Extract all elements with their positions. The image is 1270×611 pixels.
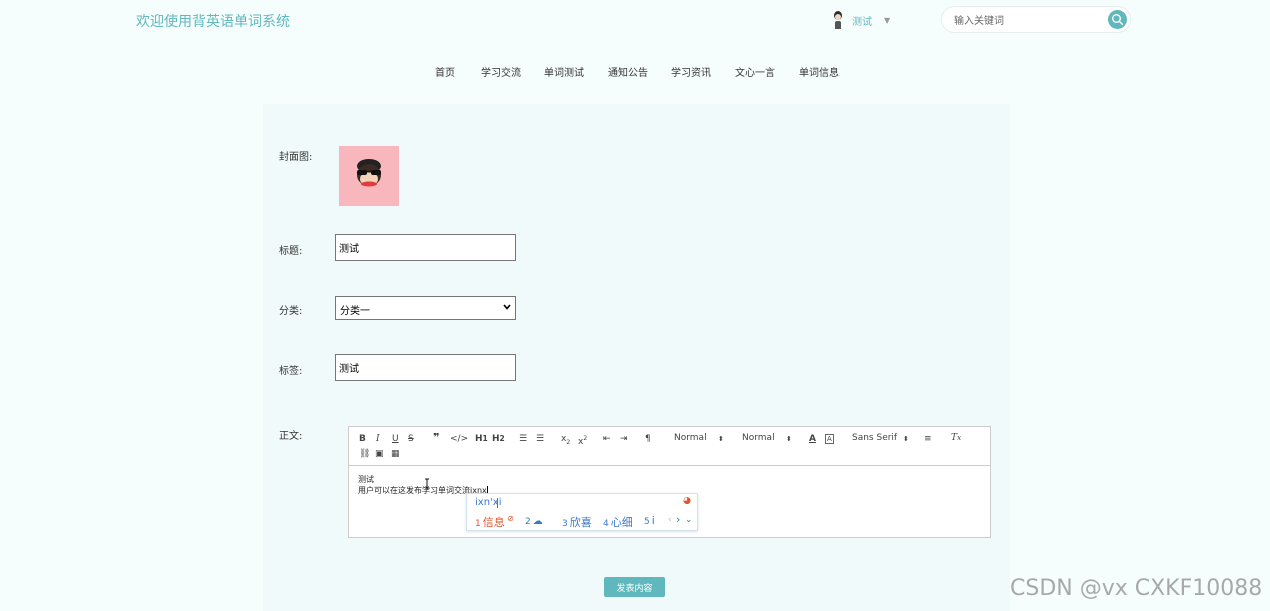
italic-icon[interactable]: I xyxy=(376,434,380,444)
video-icon[interactable]: ▦ xyxy=(391,449,400,459)
text-cursor-icon xyxy=(425,478,429,490)
size-select-arrow-icon: ⬍ xyxy=(786,435,792,443)
nav-item-notices[interactable]: 通知公告 xyxy=(608,64,648,79)
header1-icon[interactable]: H1 xyxy=(475,434,488,444)
cover-label: 封面图: xyxy=(279,152,313,163)
outdent-icon[interactable]: ⇤ xyxy=(603,434,611,444)
user-avatar xyxy=(830,10,846,30)
ime-candidate-5[interactable]: 5i xyxy=(644,514,655,527)
search-button[interactable] xyxy=(1108,10,1127,29)
link-icon[interactable]: ⛓ xyxy=(359,449,370,459)
text-color-icon[interactable]: A xyxy=(809,434,816,444)
image-icon[interactable]: ▣ xyxy=(375,449,384,459)
body-label: 正文: xyxy=(279,431,303,442)
user-menu[interactable]: 测试 ▼ xyxy=(830,10,890,30)
main-nav: 首页 学习交流 单词测试 通知公告 学习资讯 文心一言 单词信息 xyxy=(0,64,1270,80)
code-block-icon[interactable]: </> xyxy=(450,434,468,444)
category-label: 分类: xyxy=(279,306,303,317)
user-name: 测试 xyxy=(852,16,872,28)
tags-label: 标签: xyxy=(279,366,303,377)
search-box xyxy=(941,6,1131,33)
ime-caret xyxy=(497,498,498,508)
nav-item-home[interactable]: 首页 xyxy=(435,64,455,79)
subscript-icon[interactable]: x2 xyxy=(561,434,570,448)
size-select[interactable]: Normal xyxy=(742,433,775,443)
ime-prev-page-icon[interactable]: ‹ xyxy=(668,515,672,525)
ime-expand-icon[interactable]: ⌄ xyxy=(685,515,693,525)
header-select[interactable]: Normal xyxy=(674,433,707,443)
tags-input[interactable] xyxy=(335,354,516,381)
header2-icon[interactable]: H2 xyxy=(492,434,505,444)
nav-item-study-news[interactable]: 学习资讯 xyxy=(671,64,711,79)
editor-toolbar: B I U S ❞ </> H1 H2 ☰ ☰ x2 x2 ⇤ ⇥ ¶ Norm… xyxy=(349,427,990,466)
nav-item-wenxin[interactable]: 文心一言 xyxy=(735,64,775,79)
ime-candidate-4[interactable]: 4 心细 xyxy=(603,514,633,530)
bold-icon[interactable]: B xyxy=(359,434,366,444)
editor-line-1: 测试 xyxy=(358,475,374,484)
category-select[interactable]: 分类一 xyxy=(335,296,516,320)
ime-mascot-icon: ◕ xyxy=(683,496,691,506)
superscript-icon[interactable]: x2 xyxy=(578,434,587,447)
monkey-avatar-icon xyxy=(357,159,381,187)
header-select-arrow-icon: ⬍ xyxy=(718,435,724,443)
nav-item-word-info[interactable]: 单词信息 xyxy=(799,64,839,79)
title-input[interactable] xyxy=(335,234,516,261)
title-label: 标题: xyxy=(279,246,303,257)
chevron-down-icon: ▼ xyxy=(884,15,891,25)
category-selected-value: 分类一 xyxy=(340,306,370,317)
ime-candidate-2[interactable]: 2 ☁ xyxy=(525,514,543,527)
font-select[interactable]: Sans Serif xyxy=(852,433,897,443)
indent-icon[interactable]: ⇥ xyxy=(620,434,628,444)
ime-candidate-1[interactable]: 1 信息 ⊘ xyxy=(475,514,514,530)
publish-button[interactable]: 发表内容 xyxy=(604,577,665,597)
font-select-arrow-icon: ⬍ xyxy=(903,435,909,443)
watermark: CSDN @vx CXKF10088 xyxy=(1010,576,1263,601)
search-icon xyxy=(1112,14,1124,26)
clear-format-icon[interactable]: Tx xyxy=(951,433,961,443)
background-color-icon[interactable]: A xyxy=(825,434,834,444)
ordered-list-icon[interactable]: ☰ xyxy=(519,434,527,444)
strike-icon[interactable]: S xyxy=(408,434,414,444)
search-input[interactable] xyxy=(952,12,1106,30)
ime-next-page-icon[interactable]: › xyxy=(676,513,680,526)
text-direction-icon[interactable]: ¶ xyxy=(645,434,651,444)
bullet-list-icon[interactable]: ☰ xyxy=(536,434,544,444)
blockquote-icon[interactable]: ❞ xyxy=(433,432,439,443)
ime-candidate-3[interactable]: 3 欣喜 xyxy=(562,514,592,530)
chevron-down-icon xyxy=(503,304,511,310)
align-icon[interactable]: ≡ xyxy=(924,434,932,444)
underline-icon[interactable]: U xyxy=(392,434,399,444)
cloud-icon: ☁ xyxy=(532,516,543,527)
ime-candidate-window: ixn'xi ◕ 1 信息 ⊘ 2 ☁ 3 欣喜 4 心细 5i ‹ › ⌄ xyxy=(466,493,698,531)
nav-item-study-exchange[interactable]: 学习交流 xyxy=(481,64,521,79)
cover-image[interactable] xyxy=(339,146,399,206)
site-title: 欢迎使用背英语单词系统 xyxy=(136,14,290,30)
nav-item-word-test[interactable]: 单词测试 xyxy=(544,64,584,79)
